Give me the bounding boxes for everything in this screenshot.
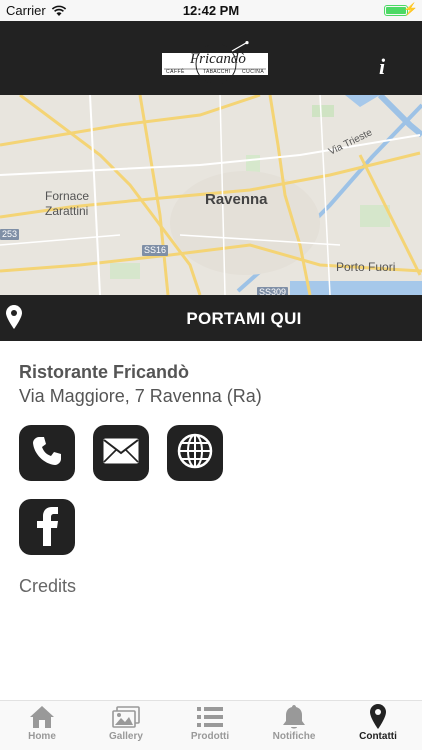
status-bar: Carrier 12:42 PM ⚡: [0, 0, 422, 21]
list-icon: [168, 704, 252, 730]
call-button[interactable]: [19, 425, 75, 481]
mail-icon: [102, 437, 140, 470]
map-label-fornace: Fornace: [45, 189, 90, 203]
home-icon: [0, 704, 84, 730]
road-shield-ss309: SS309: [257, 287, 289, 295]
tab-notifiche[interactable]: Notifiche: [252, 701, 336, 750]
map-label-fornace-zarattini: Fornace Zarattini: [45, 189, 89, 219]
charging-icon: ⚡: [403, 2, 418, 16]
globe-icon: [177, 433, 213, 474]
map-label-zarattini: Zarattini: [45, 204, 89, 218]
location-map[interactable]: Ravenna Fornace Zarattini Porto Fuori Vi…: [0, 95, 422, 295]
facebook-icon: [32, 504, 62, 551]
tab-notifiche-label: Notifiche: [272, 731, 316, 742]
map-label-ravenna: Ravenna: [205, 191, 268, 208]
logo-name: Fricandò: [190, 51, 246, 67]
website-button[interactable]: [167, 425, 223, 481]
map-label-porto-fuori: Porto Fuori: [336, 260, 396, 274]
gallery-icon: [84, 704, 168, 730]
directions-button[interactable]: PORTAMI QUI: [0, 295, 422, 341]
logo-word-caffe: CAFFÈ: [166, 69, 185, 75]
road-shield-ss16: SS16: [142, 245, 169, 256]
phone-icon: [30, 434, 64, 473]
road-shield-253: 253: [0, 229, 20, 240]
tab-prodotti[interactable]: Prodotti: [168, 701, 252, 750]
tab-home-label: Home: [28, 731, 56, 742]
info-button[interactable]: i: [372, 55, 392, 79]
facebook-button[interactable]: [19, 499, 75, 555]
map-pin-icon: [336, 704, 420, 730]
tab-contatti-label: Contatti: [359, 731, 397, 742]
logo-word-cucina: CUCINA: [242, 69, 265, 75]
status-time: 12:42 PM: [182, 3, 240, 18]
fricando-logo: Fricandò CAFFÈ TABACCHI CUCINA: [162, 41, 268, 87]
tab-gallery[interactable]: Gallery: [84, 701, 168, 750]
restaurant-name: Ristorante Fricandò: [19, 362, 190, 382]
tab-bar: Home Gallery Prodotti Notifiche Contatti: [0, 700, 422, 750]
restaurant-address: Via Maggiore, 7 Ravenna (Ra): [19, 386, 262, 406]
tab-gallery-label: Gallery: [109, 731, 143, 742]
app-header: Fricandò CAFFÈ TABACCHI CUCINA i: [0, 21, 422, 95]
directions-label: PORTAMI QUI: [186, 309, 302, 328]
info-icon: i: [378, 54, 386, 79]
tab-prodotti-label: Prodotti: [190, 731, 230, 742]
tab-home[interactable]: Home: [0, 701, 84, 750]
tab-contatti[interactable]: Contatti: [336, 701, 420, 750]
logo-word-tabacchi: TABACCHI: [203, 69, 231, 75]
bell-icon: [252, 704, 336, 730]
email-button[interactable]: [93, 425, 149, 481]
credits-link[interactable]: Credits: [19, 576, 76, 597]
